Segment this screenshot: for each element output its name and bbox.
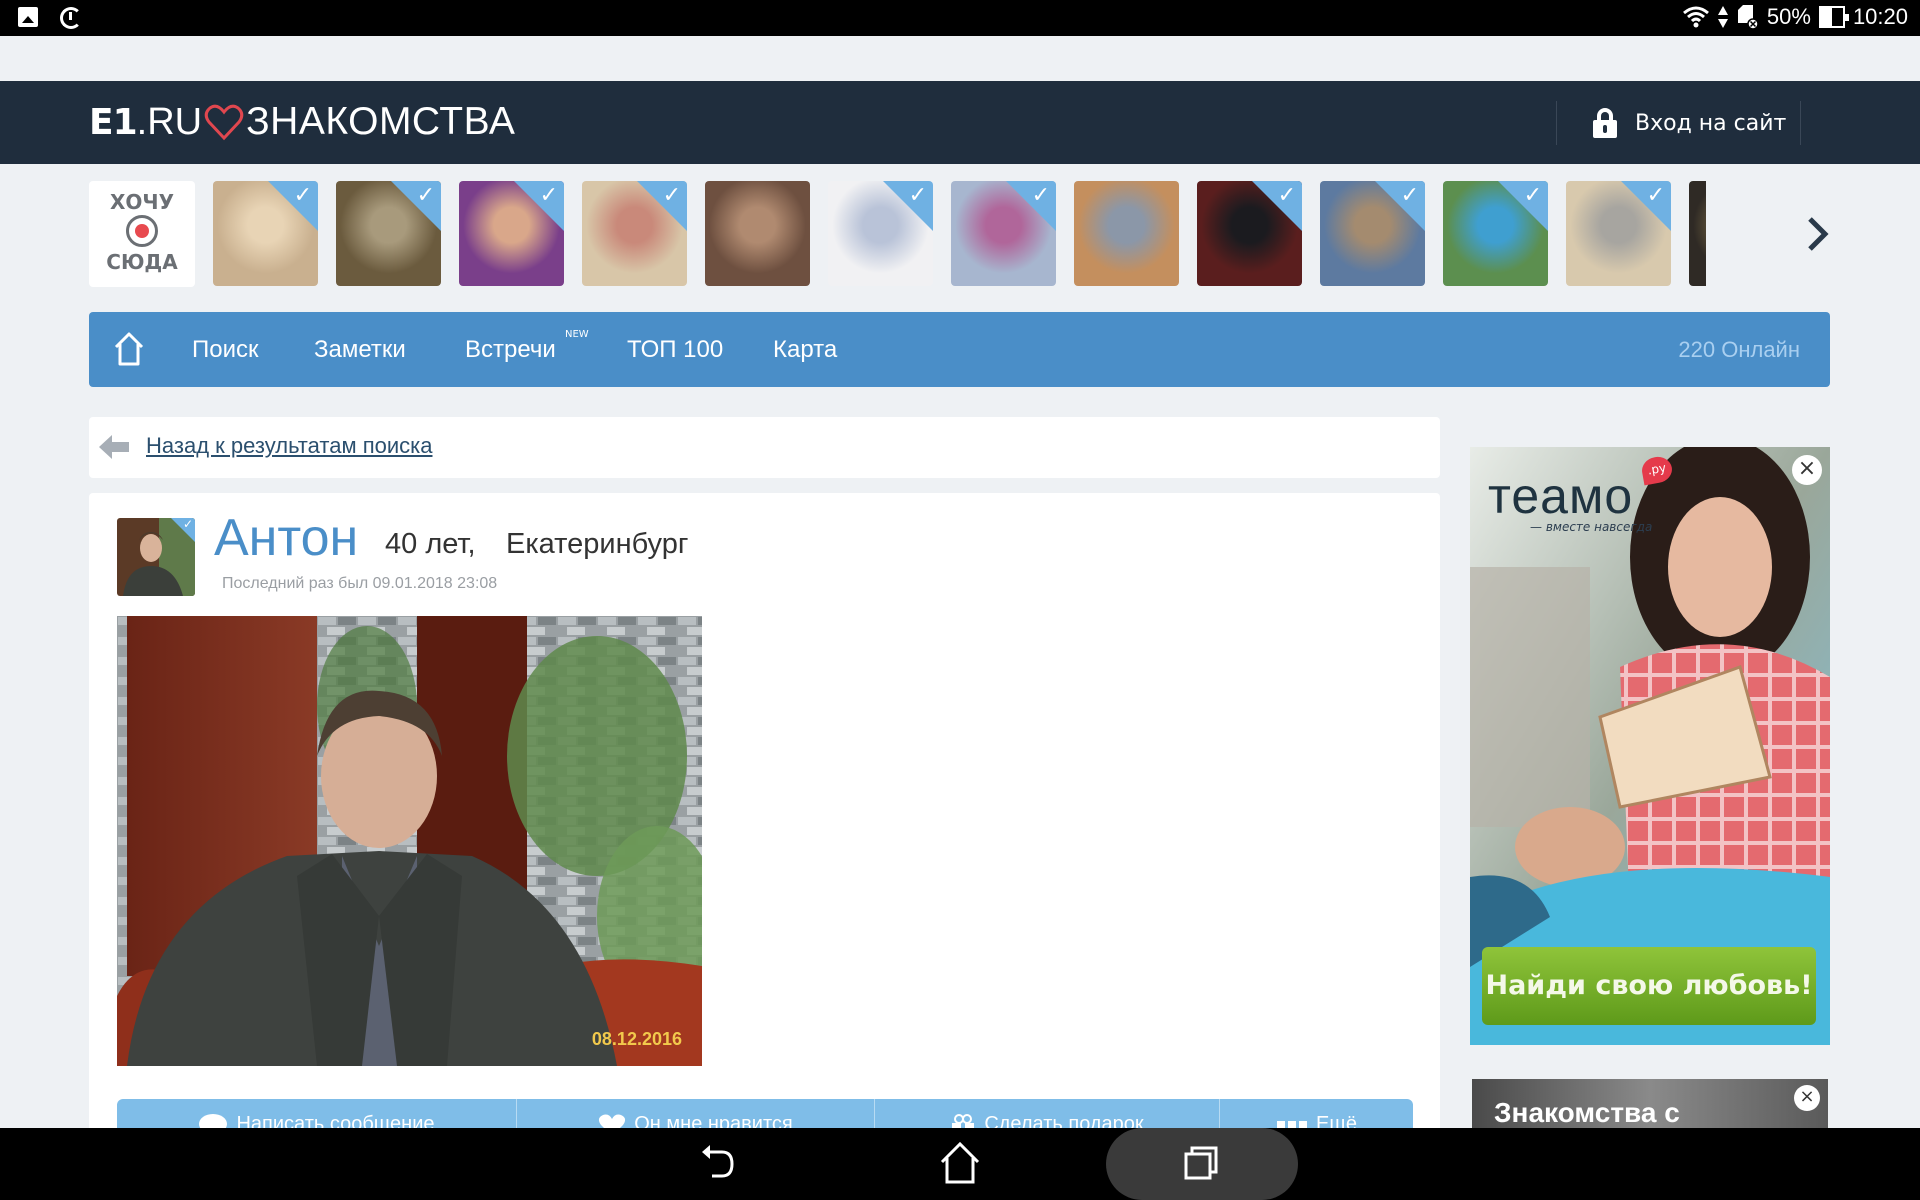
verified-check-icon: ✓	[539, 183, 558, 208]
nav-meetings[interactable]: Встречи	[465, 312, 556, 387]
verified-check-icon: ✓	[416, 183, 435, 208]
image-notification-icon	[18, 7, 38, 27]
profile-thumbnail[interactable]: ✓	[828, 181, 933, 286]
verified-check-icon: ✓	[1400, 183, 1419, 208]
lock-icon	[1593, 108, 1617, 138]
verified-check-icon: ✓	[293, 183, 312, 208]
top-gray-strip	[0, 36, 1920, 81]
avatar[interactable]: ✓	[117, 518, 195, 596]
profile-thumbnail[interactable]: ✓	[336, 181, 441, 286]
profile-thumbnail[interactable]: ✓	[1443, 181, 1548, 286]
logo-e1: E1	[89, 101, 138, 143]
verified-check-icon: ✓	[908, 183, 927, 208]
wifi-icon	[1682, 6, 1709, 28]
nav-top100[interactable]: ТОП 100	[627, 312, 723, 387]
nav-search[interactable]: Поиск	[192, 312, 259, 387]
verified-check-icon: ✓	[1646, 183, 1665, 208]
profile-thumbnail[interactable]: ✓	[951, 181, 1056, 286]
profile-name: Антон	[214, 509, 359, 567]
main-profile-photo[interactable]: 08.12.2016	[117, 616, 702, 1066]
verified-check-icon: ✓	[662, 183, 681, 208]
teamo-tagline: — вместе навсегда	[1530, 520, 1653, 534]
sd-card-error-icon	[1737, 5, 1759, 30]
second-ad-title: Знакомства с	[1494, 1097, 1680, 1128]
home-icon[interactable]	[930, 1138, 990, 1190]
verified-check-icon: ✓	[182, 518, 193, 531]
profile-thumbnail[interactable]	[705, 181, 810, 286]
nav-map[interactable]: Карта	[773, 312, 837, 387]
want-here-line2: СЮДА	[106, 250, 178, 274]
new-badge: NEW	[565, 329, 589, 340]
site-logo[interactable]: E1 .RU ЗНАКОМСТВА	[89, 99, 515, 145]
verified-check-icon: ✓	[1523, 183, 1542, 208]
close-icon[interactable]: ×	[1794, 1085, 1820, 1111]
profiles-carousel: ХОЧУ СЮДА ✓ ✓ ✓ ✓ ✓ ✓ ✓ ✓ ✓ ✓	[89, 181, 1795, 287]
profile-photo-image	[117, 616, 702, 1066]
thumbnail-photo	[1074, 181, 1179, 286]
back-panel: Назад к результатам поиска	[89, 417, 1440, 478]
logo-section: ЗНАКОМСТВА	[246, 100, 516, 143]
chevron-right-icon[interactable]	[1805, 216, 1831, 252]
photo-date-stamp: 08.12.2016	[591, 1029, 682, 1049]
teamo-logo: теамо	[1488, 468, 1634, 524]
profile-card: ✓ Антон 40 лет, Екатеринбург Последний р…	[89, 493, 1440, 1193]
back-to-results-link[interactable]: Назад к результатам поиска	[146, 433, 432, 459]
verified-check-icon: ✓	[1031, 183, 1050, 208]
profile-thumbnail[interactable]	[1074, 181, 1179, 286]
profile-thumbnail[interactable]: ✓	[213, 181, 318, 286]
clock: 10:20	[1852, 4, 1908, 29]
site-header: E1 .RU ЗНАКОМСТВА Вход на сайт	[0, 81, 1920, 164]
close-icon[interactable]: ×	[1792, 455, 1822, 485]
home-icon[interactable]	[113, 331, 145, 367]
thumbnail-photo	[705, 181, 810, 286]
system-update-icon	[60, 7, 82, 29]
online-count: 220 Онлайн	[1678, 337, 1800, 362]
battery-percent: 50%	[1766, 4, 1811, 29]
teamo-ad[interactable]: теамо .ру — вместе навсегда × Найди свою…	[1470, 447, 1830, 1045]
find-love-button[interactable]: Найди свою любовь!	[1482, 947, 1816, 1025]
main-nav: Поиск Заметки Встречи NEW ТОП 100 Карта …	[89, 312, 1830, 387]
data-transfer-icon	[1717, 6, 1728, 28]
verified-check-icon: ✓	[1277, 183, 1296, 208]
profile-thumbnail[interactable]: ✓	[1197, 181, 1302, 286]
login-button[interactable]: Вход на сайт	[1556, 101, 1801, 145]
arrow-left-icon[interactable]	[99, 435, 129, 459]
recent-apps-icon[interactable]	[1172, 1138, 1232, 1190]
record-icon	[126, 215, 158, 247]
heart-icon	[204, 104, 244, 141]
battery-icon	[1818, 6, 1849, 28]
back-icon[interactable]	[688, 1138, 748, 1190]
android-nav-bar	[0, 1128, 1920, 1200]
logo-ru: .RU	[136, 100, 203, 143]
profile-thumbnail[interactable]: ✓	[582, 181, 687, 286]
profile-city: Екатеринбург	[506, 528, 689, 560]
profile-thumbnail[interactable]: ✓	[1320, 181, 1425, 286]
profile-age: 40 лет,	[385, 528, 476, 560]
nav-notes[interactable]: Заметки	[314, 312, 406, 387]
last-seen: Последний раз был 09.01.2018 23:08	[222, 575, 498, 592]
want-here-button[interactable]: ХОЧУ СЮДА	[89, 181, 195, 287]
profile-thumbnail[interactable]: ✓	[459, 181, 564, 286]
profile-thumbnail[interactable]: ✓	[1566, 181, 1671, 286]
login-label: Вход на сайт	[1635, 110, 1787, 136]
status-bar: 50% 10:20	[0, 0, 1920, 36]
want-here-line1: ХОЧУ	[109, 190, 174, 214]
